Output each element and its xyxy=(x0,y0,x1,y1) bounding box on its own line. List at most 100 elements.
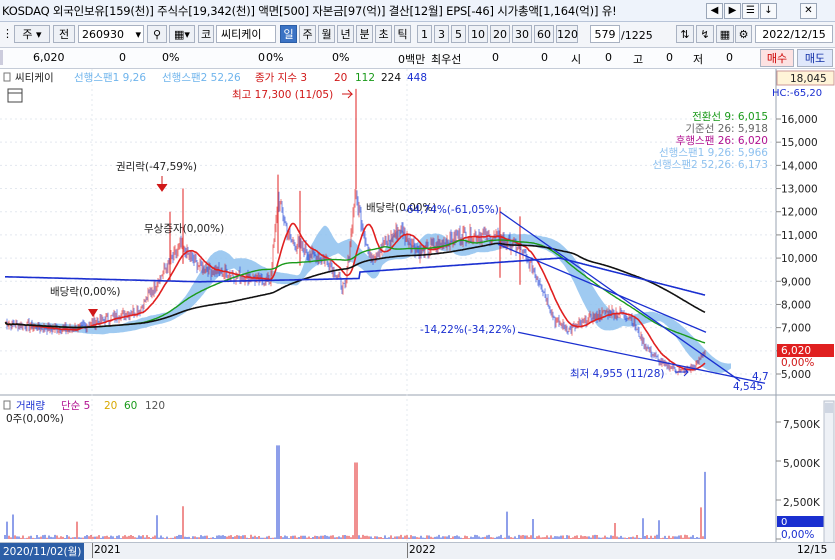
quote-amount: 0백만 xyxy=(398,53,426,66)
legend-handle[interactable] xyxy=(3,72,11,82)
market-select[interactable]: 주 ▾ xyxy=(14,25,50,43)
interval-120[interactable]: 120 xyxy=(556,25,578,43)
volume-label: 거래량 xyxy=(16,400,45,412)
annotation-div1: 배당락(0,00%) xyxy=(50,286,121,298)
price-tag: 6,020 xyxy=(781,345,811,357)
best-ask-value: 0 xyxy=(541,51,548,64)
pct-tag: 0,00% xyxy=(781,357,814,369)
annotation-bonus: 무상증자(0,00%) xyxy=(144,223,224,235)
price-tick-label: 11,000 xyxy=(781,230,818,242)
legend-span1: 선행스팬1 9,26 xyxy=(74,72,146,84)
stock-code-input[interactable]: 260930 ▾ xyxy=(78,25,144,43)
volume-axis-2500: 2,500K xyxy=(783,497,821,509)
legend-ma224: 224 xyxy=(381,72,401,84)
title-bar: KOSDAQ 외국인보유[159(천)] 주식수[19,342(천)] 액면[5… xyxy=(0,0,835,22)
price-chart-svg[interactable]: 16,000 15,000 14,000 13,000 12,000 11,000 10,0… xyxy=(0,69,835,544)
interval-10[interactable]: 10 xyxy=(468,25,488,43)
sell-button[interactable]: 매도 xyxy=(797,49,833,67)
quote-row: 6,020 0 0% 0 0% 0% 0백만 최우선 0 0 시 0 고 0 저… xyxy=(0,48,835,69)
bar-count-total: /1225 xyxy=(621,29,653,42)
year-2022: 2022 xyxy=(409,544,436,556)
date-field[interactable]: 2022/12/15 xyxy=(755,25,833,43)
annotation-high: 최고 17,300 (11/05) xyxy=(232,89,333,101)
price-tick-label: 15,000 xyxy=(781,137,818,149)
price-tick-label: 7,000 xyxy=(781,323,811,335)
price-tick-label: 13,000 xyxy=(781,184,818,196)
price-tick-label: 14,000 xyxy=(781,160,818,172)
interval-5[interactable]: 5 xyxy=(451,25,466,43)
volume-zero-tag: 0 xyxy=(781,517,787,528)
close-icon[interactable]: ✕ xyxy=(800,3,817,19)
ichimoku-span2: 선행스팬2 52,26: 6,173 xyxy=(652,159,768,171)
next-button[interactable]: ▶ xyxy=(724,3,741,19)
start-date: 2020/11/02(월) xyxy=(0,543,85,560)
quote-pct-2: 0% xyxy=(266,51,284,64)
low-value: 0 xyxy=(726,51,733,64)
annotation-target2: 4,7 xyxy=(752,371,769,383)
interval-1[interactable]: 1 xyxy=(417,25,432,43)
period-tab-year[interactable]: 년 xyxy=(337,25,354,43)
high-value: 0 xyxy=(666,51,673,64)
volume-ma-label: 단순 5 xyxy=(61,400,90,412)
legend-ma-label: 종가 지수 3 xyxy=(255,72,307,84)
price-tick-label: 16,000 xyxy=(781,114,818,126)
price-tick-label: 8,000 xyxy=(781,299,811,311)
annotation-rights: 권리락(-47,59%) xyxy=(116,161,197,173)
interval-60[interactable]: 60 xyxy=(534,25,554,43)
quote-row-handle xyxy=(0,50,3,65)
price-tick-label: 10,000 xyxy=(781,253,818,265)
chart-scrollbar[interactable] xyxy=(823,400,835,544)
quote-value-3: 0 xyxy=(258,51,265,64)
interval-20[interactable]: 20 xyxy=(490,25,510,43)
download-icon[interactable]: ↓ xyxy=(760,3,777,19)
quote-price: 6,020 xyxy=(33,51,65,64)
period-tab-tick[interactable]: 틱 xyxy=(394,25,411,43)
period-tab-day[interactable]: 일 xyxy=(280,25,297,43)
buy-button[interactable]: 매수 xyxy=(760,49,794,67)
chart-area[interactable]: 16,000 15,000 14,000 13,000 12,000 11,000 10,0… xyxy=(0,69,835,544)
volume-ma20: 20 xyxy=(104,400,117,412)
drag-handle-icon[interactable]: ⋮ xyxy=(2,25,13,43)
scrollbar-up[interactable] xyxy=(825,403,833,413)
menu-icon[interactable]: ☰ xyxy=(742,3,759,19)
volume-bottom-tag: 0,00% xyxy=(781,529,814,541)
ichimoku-conversion: 전환선 9: 6,015 xyxy=(692,111,768,123)
search-icon[interactable]: ⚲ xyxy=(147,25,167,43)
market-toggle-button[interactable]: 전 xyxy=(53,25,75,43)
settings-gear-icon[interactable]: ⚙ xyxy=(735,25,752,43)
low-label: 저 xyxy=(693,53,704,66)
period-tab-month[interactable]: 월 xyxy=(318,25,335,43)
compare-icon[interactable]: ⇅ xyxy=(676,25,694,43)
volume-axis-7500: 7,500K xyxy=(783,419,821,431)
ichimoku-base: 기준선 26: 5,918 xyxy=(685,123,768,135)
calendar-icon[interactable] xyxy=(7,88,23,103)
legend-ma448: 448 xyxy=(407,72,427,84)
prev-button[interactable]: ◀ xyxy=(706,3,723,19)
annotation-trend: -14,22%(-34,22%) xyxy=(420,324,516,336)
volume-axis-5000: 5,000K xyxy=(783,458,821,470)
quote-change-pct: 0% xyxy=(162,51,180,64)
toolbar: ⋮ 주 ▾ 전 260930 ▾ ⚲ ▦▾ 코 씨티케이 일 주 월 년 분 초 … xyxy=(0,22,835,48)
bar-count-input[interactable]: 579 xyxy=(590,25,620,43)
stock-search-dropdown[interactable]: ▦▾ xyxy=(169,25,195,43)
open-value: 0 xyxy=(605,51,612,64)
stock-name-field[interactable]: 씨티케이 xyxy=(216,25,276,43)
period-tab-second[interactable]: 초 xyxy=(375,25,392,43)
period-tab-week[interactable]: 주 xyxy=(299,25,316,43)
ichimoku-lagging: 후행스팬 26: 6,020 xyxy=(676,135,768,147)
draw-tool-icon[interactable]: ↯ xyxy=(696,25,714,43)
legend-span2: 선행스팬2 52,26 xyxy=(162,72,241,84)
quote-pct-3: 0% xyxy=(332,51,350,64)
interval-3[interactable]: 3 xyxy=(434,25,449,43)
volume-legend-handle[interactable] xyxy=(3,400,11,410)
volume-ma60: 60 xyxy=(124,400,137,412)
period-tab-minute[interactable]: 분 xyxy=(356,25,373,43)
stock-info-text: KOSDAQ 외국인보유[159(천)] 주식수[19,342(천)] 액면[5… xyxy=(2,4,617,18)
price-tick-label: 9,000 xyxy=(781,276,811,288)
grid-icon[interactable]: ▦ xyxy=(716,25,734,43)
legend-ma20: 20 xyxy=(334,72,347,84)
date-axis-bar: 2020/11/02(월) 2021 2022 12/15 xyxy=(0,542,835,560)
legend-stock-name: 씨티케이 xyxy=(15,72,54,84)
volume-value: 0주(0,00%) xyxy=(6,413,64,425)
interval-30[interactable]: 30 xyxy=(512,25,532,43)
